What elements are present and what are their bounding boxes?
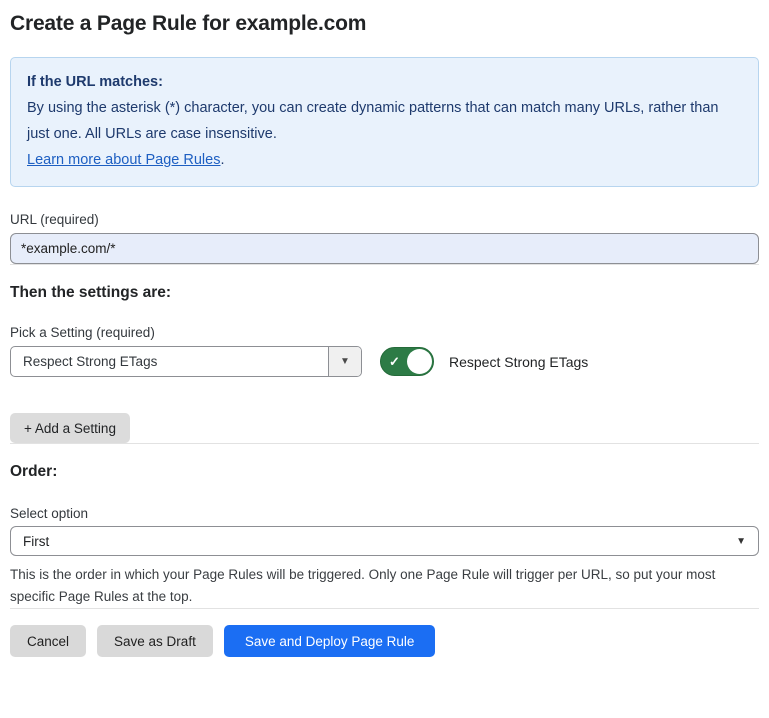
divider <box>10 608 759 609</box>
url-input[interactable] <box>10 233 759 264</box>
setting-select-value: Respect Strong ETags <box>11 347 328 376</box>
chevron-down-icon[interactable]: ▼ <box>328 347 361 376</box>
order-help-text: This is the order in which your Page Rul… <box>10 564 745 608</box>
check-icon: ✓ <box>389 355 400 368</box>
info-box-link-line: Learn more about Page Rules. <box>27 147 742 173</box>
info-box-heading: If the URL matches: <box>27 69 742 95</box>
link-suffix: . <box>220 152 224 168</box>
add-setting-button[interactable]: + Add a Setting <box>10 413 130 443</box>
page-rule-form: Create a Page Rule for example.com If th… <box>0 0 769 667</box>
toggle-label: Respect Strong ETags <box>449 354 588 370</box>
setting-select[interactable]: Respect Strong ETags ▼ <box>10 346 362 377</box>
url-field-label: URL (required) <box>10 212 759 227</box>
chevron-down-icon: ▼ <box>736 536 746 547</box>
info-box-body: By using the asterisk (*) character, you… <box>27 95 742 147</box>
order-select-label: Select option <box>10 506 759 521</box>
settings-section-heading: Then the settings are: <box>10 284 759 302</box>
divider <box>10 264 759 265</box>
divider <box>10 443 759 444</box>
setting-row: Respect Strong ETags ▼ ✓ Respect Strong … <box>10 346 759 377</box>
order-section-heading: Order: <box>10 463 759 481</box>
save-deploy-button[interactable]: Save and Deploy Page Rule <box>224 625 436 657</box>
order-select[interactable]: First ▼ <box>10 526 759 556</box>
order-select-value: First <box>23 534 49 549</box>
learn-more-link[interactable]: Learn more about Page Rules <box>27 152 220 168</box>
toggle-knob <box>407 349 432 374</box>
save-draft-button[interactable]: Save as Draft <box>97 625 213 657</box>
setting-toggle[interactable]: ✓ <box>380 347 434 376</box>
page-title: Create a Page Rule for example.com <box>10 12 759 36</box>
url-match-info-box: If the URL matches: By using the asteris… <box>10 57 759 187</box>
cancel-button[interactable]: Cancel <box>10 625 86 657</box>
pick-setting-label: Pick a Setting (required) <box>10 325 759 340</box>
form-actions: Cancel Save as Draft Save and Deploy Pag… <box>10 625 759 657</box>
